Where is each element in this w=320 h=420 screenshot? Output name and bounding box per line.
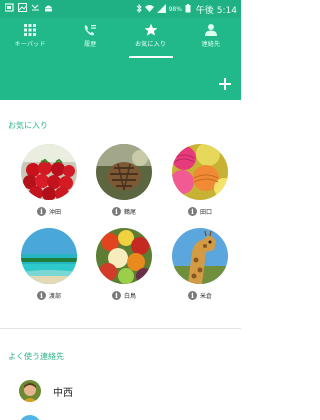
avatar <box>96 144 152 200</box>
battery-percent: 98% <box>168 6 182 13</box>
status-bar: 98% 午後 5:14 <box>0 0 241 18</box>
favorite-item[interactable]: i 渡部 <box>17 228 81 308</box>
avatar <box>96 228 152 284</box>
system-status: 98% 午後 5:14 <box>136 3 237 16</box>
favorites-header: お気に入り <box>8 121 48 130</box>
info-icon[interactable]: i <box>111 291 121 300</box>
signal-icon <box>156 3 166 16</box>
favorites-section: お気に入り i 沖田 i 鶴尾 i 田口 i 渡部 i 白鳥 i 米倉 <box>0 100 241 328</box>
tab-keypad[interactable]: キーパッド <box>0 18 60 60</box>
tab-call-log-label: 履歴 <box>84 41 97 48</box>
info-icon[interactable]: i <box>111 207 121 216</box>
frequent-contacts-section: よく使う連絡先 中西 <box>0 329 241 420</box>
gallery-icon <box>18 3 27 12</box>
contact-row[interactable]: 中西 <box>0 374 241 408</box>
favorite-name: 白鳥 <box>123 293 136 300</box>
favorite-name: 米倉 <box>199 293 212 300</box>
add-favorite-button[interactable] <box>217 76 233 92</box>
phone-screen: 98% 午後 5:14 キーパッド 履歴 お気に入り 連絡先 お気に入り i 沖… <box>0 0 241 420</box>
tab-contacts-label: 連絡先 <box>201 41 221 48</box>
info-icon[interactable]: i <box>187 207 197 216</box>
contact-name: 中西 <box>53 387 73 399</box>
android-icon <box>44 3 53 12</box>
info-icon[interactable]: i <box>36 207 46 216</box>
person-icon <box>204 22 218 36</box>
partial-contact-avatar[interactable] <box>19 415 41 420</box>
frequent-contacts-header: よく使う連絡先 <box>8 352 64 361</box>
favorite-item[interactable]: i 米倉 <box>168 228 232 308</box>
star-icon <box>144 22 158 36</box>
avatar <box>21 144 77 200</box>
tab-favorites-label: お気に入り <box>135 41 167 48</box>
plus-icon <box>219 78 231 90</box>
avatar <box>172 144 228 200</box>
keypad-icon <box>23 22 37 36</box>
notification-icons <box>4 3 53 12</box>
missed-call-icon <box>31 3 40 12</box>
battery-icon <box>185 3 191 16</box>
avatar <box>172 228 228 284</box>
avatar <box>19 380 41 402</box>
bluetooth-icon <box>136 3 142 16</box>
favorite-name: 田口 <box>199 209 212 216</box>
favorite-name: 沖田 <box>48 209 61 216</box>
favorite-item[interactable]: i 鶴尾 <box>92 144 156 224</box>
avatar <box>21 228 77 284</box>
favorite-item[interactable]: i 田口 <box>168 144 232 224</box>
active-tab-indicator <box>128 56 173 58</box>
info-icon[interactable]: i <box>187 291 197 300</box>
favorite-item[interactable]: i 白鳥 <box>92 228 156 308</box>
favorite-item[interactable]: i 沖田 <box>17 144 81 224</box>
wifi-icon <box>144 4 154 16</box>
tab-favorites[interactable]: お気に入り <box>121 18 181 60</box>
tab-bar: キーパッド 履歴 お気に入り 連絡先 <box>0 18 241 60</box>
app-bar: キーパッド 履歴 お気に入り 連絡先 <box>0 18 241 100</box>
favorite-name: 鶴尾 <box>123 209 136 216</box>
call-log-icon <box>83 22 97 36</box>
info-icon[interactable]: i <box>36 291 46 300</box>
tab-contacts[interactable]: 連絡先 <box>181 18 241 60</box>
tab-call-log[interactable]: 履歴 <box>60 18 120 60</box>
clock: 午後 5:14 <box>195 6 237 16</box>
notification-icon-1 <box>4 3 14 12</box>
tab-keypad-label: キーパッド <box>14 41 46 48</box>
favorite-name: 渡部 <box>48 293 61 300</box>
